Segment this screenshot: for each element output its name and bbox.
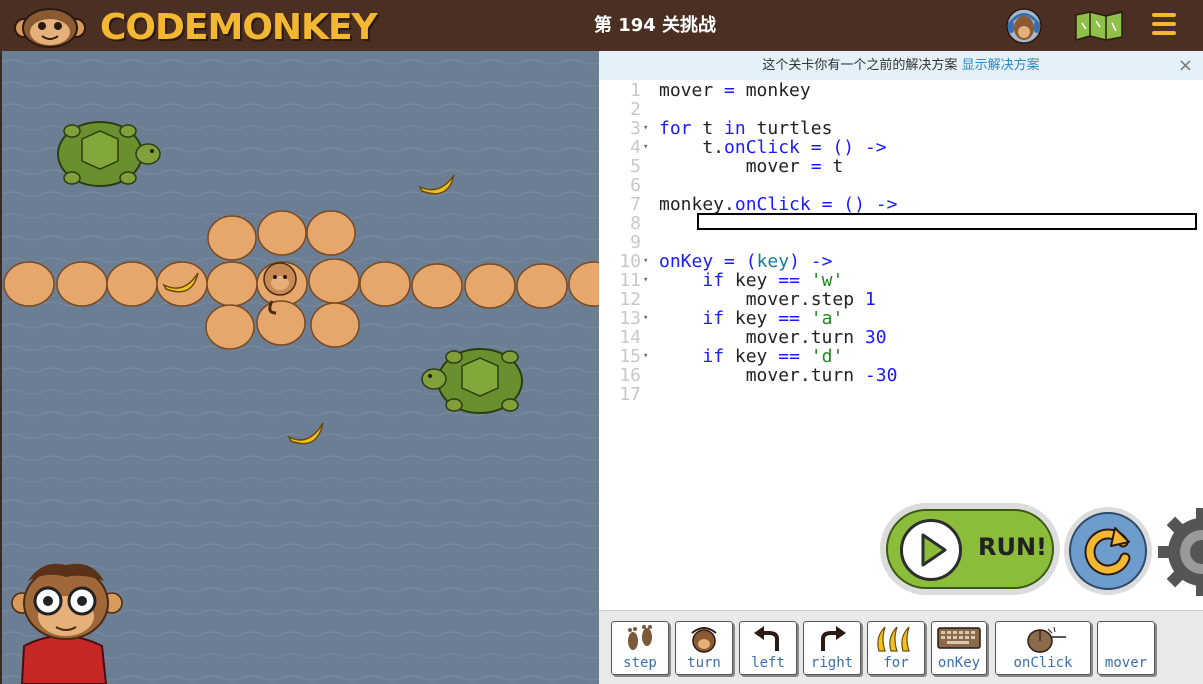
game-scene [2,51,599,684]
line-number: 7 [630,194,641,215]
code-line[interactable]: 3 ▾ for t in turtles [599,119,1203,138]
monkey-logo-icon [14,8,86,48]
tool-label: left [751,655,785,671]
fold-toggle-icon[interactable]: ▾ [643,347,648,366]
code-text: mover.turn 30 [659,327,887,348]
fold-toggle-icon[interactable]: ▾ [643,252,648,271]
show-solution-link[interactable]: 显示解决方案 [962,58,1040,73]
code-line[interactable]: 14 mover.turn 30 [599,328,1203,347]
previous-solution-notice: 这个关卡你有一个之前的解决方案 显示解决方案 × [599,51,1203,80]
keyboard-icon [937,627,981,649]
reset-button[interactable] [1064,507,1152,595]
code-text: onKey = (key) -> [659,251,833,272]
code-text: if key == 'd' [702,346,844,367]
run-button[interactable]: RUN! [880,503,1060,595]
tool-label: for [883,655,909,671]
line-number: 17 [619,384,641,405]
turn-monkey-icon [691,627,717,653]
close-icon[interactable]: × [1178,51,1193,80]
line-number: 6 [630,175,641,196]
line-number: 5 [630,156,641,177]
tool-label: right [810,655,854,671]
fold-toggle-icon[interactable]: ▾ [643,138,648,157]
step-tool-button[interactable]: step [611,621,669,675]
line-number: 11 [619,270,641,291]
code-line[interactable]: 12 mover.step 1 [599,290,1203,309]
top-header: CODEMONKEY 第 194 关挑战 [0,0,1203,51]
code-line[interactable]: 7 monkey.onClick = () -> [599,195,1203,214]
line-number: 4 [630,137,641,158]
mouse-icon [1027,626,1066,653]
code-text: if key == 'w' [702,270,844,291]
code-text: t.onClick = () -> [659,137,887,158]
notice-text: 这个关卡你有一个之前的解决方案 [762,58,958,73]
footsteps-icon [628,625,652,650]
line-number: 3 [630,118,641,139]
code-text: monkey.onClick = () -> [659,194,898,215]
level-title: 第 194 关挑战 [593,15,717,36]
turn-tool-button[interactable]: turn [675,621,733,675]
fold-toggle-icon[interactable]: ▾ [643,309,648,328]
code-line[interactable]: 16 mover.turn -30 [599,366,1203,385]
line-number: 15 [619,346,641,367]
tool-label: mover [1104,655,1148,671]
tool-label: step [623,655,657,671]
code-line[interactable]: 8 [599,214,1203,233]
code-text: mover = monkey [659,80,811,101]
logo-text: CODEMONKEY [100,7,378,48]
tool-label: onClick [1013,655,1073,671]
map-icon[interactable] [1074,11,1124,41]
reset-arrow-icon [1084,527,1131,576]
game-canvas[interactable] [0,51,599,684]
left-arrow-icon [754,626,779,651]
tool-label: turn [687,655,721,671]
code-line[interactable]: 15 ▾ if key == 'd' [599,347,1203,366]
tool-label: onKey [937,655,981,671]
onkey-tool-button[interactable]: onKey [931,621,987,675]
line-number: 14 [619,327,641,348]
right-tool-button[interactable]: right [803,621,861,675]
fold-toggle-icon[interactable]: ▾ [643,271,648,290]
line-number: 13 [619,308,641,329]
monkey-headphones-icon[interactable] [1004,7,1044,45]
line-number: 12 [619,289,641,310]
code-line[interactable]: 13 ▾ if key == 'a' [599,309,1203,328]
fold-toggle-icon[interactable]: ▾ [643,119,648,138]
code-text: if key == 'a' [702,308,844,329]
code-toolbar: step turn left right for onKey onClick m… [599,610,1203,684]
onclick-tool-button[interactable]: onClick [995,621,1091,675]
code-text: mover.turn -30 [659,365,898,386]
gear-icon[interactable] [1158,508,1203,596]
bananas-icon [877,626,910,652]
codemonkey-logo[interactable]: CODEMONKEY [14,4,378,48]
code-line[interactable]: 10 ▾ onKey = (key) -> [599,252,1203,271]
line-number: 10 [619,251,641,272]
code-line[interactable]: 2 [599,100,1203,119]
code-text: for t in turtles [659,118,833,139]
code-line[interactable]: 17 [599,385,1203,404]
line-number: 1 [630,80,641,101]
code-line[interactable]: 1 mover = monkey [599,81,1203,100]
code-line[interactable]: 9 [599,233,1203,252]
line-number: 2 [630,99,641,120]
left-tool-button[interactable]: left [739,621,797,675]
code-text: mover.step 1 [659,289,876,310]
code-line[interactable]: 5 mover = t [599,157,1203,176]
play-icon [900,519,962,581]
right-arrow-icon [821,626,846,651]
for-tool-button[interactable]: for [867,621,925,675]
code-line[interactable]: 4 ▾ t.onClick = () -> [599,138,1203,157]
line-number: 9 [630,232,641,253]
code-line[interactable]: 6 [599,176,1203,195]
run-label: RUN! [978,533,1047,561]
code-text: mover = t [659,156,844,177]
mover-tool-button[interactable]: mover [1097,621,1155,675]
code-line[interactable]: 11 ▾ if key == 'w' [599,271,1203,290]
hamburger-menu-icon[interactable] [1152,13,1178,39]
line-number: 8 [630,213,641,234]
line-number: 16 [619,365,641,386]
